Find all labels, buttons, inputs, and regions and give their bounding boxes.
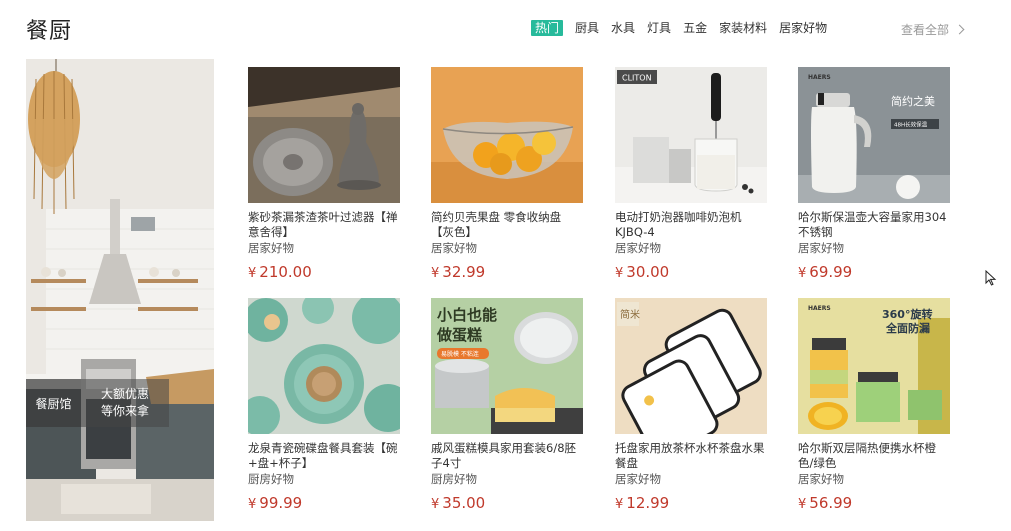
product-category: 居家好物 [248, 241, 294, 255]
thumb-brand-label: CLITON [622, 74, 652, 83]
product-category: 居家好物 [615, 241, 661, 255]
section-header: 餐厨 热门 厨具 水具 灯具 五金 家装材料 居家好物 查看全部 [0, 0, 1011, 56]
product-image [248, 67, 400, 203]
banner-tag: 餐厨馆 大额优惠 等你来拿 [26, 379, 214, 427]
product-price: ¥210.00 [248, 263, 400, 281]
thumb-headline: 简约之美 [891, 94, 935, 108]
view-all-label: 查看全部 [901, 23, 950, 37]
thumb-brand-label: 简米 [620, 308, 640, 321]
product-image [248, 298, 400, 434]
tab-home-goods[interactable]: 居家好物 [779, 20, 827, 36]
svg-text:360°旋转: 360°旋转 [882, 307, 932, 321]
thumb-brand-label: HAERS [808, 74, 831, 81]
product-name: 托盘家用放茶杯水杯茶盘水果餐盘 [615, 441, 765, 470]
view-all-link[interactable]: 查看全部 [901, 21, 965, 38]
product-card[interactable]: 简米 托盘家用放茶杯水杯茶盘水果餐盘 居家好物 ¥12.99 [615, 298, 767, 512]
svg-text:小白也能: 小白也能 [437, 306, 497, 324]
price-value: 210.00 [259, 263, 312, 281]
product-name: 戚风蛋糕模具家用套装6/8胚子4寸 [431, 441, 577, 470]
product-price: ¥30.00 [615, 263, 767, 281]
banner-promo-line-2: 等你来拿 [100, 404, 149, 418]
kitchen-banner[interactable]: 餐厨馆 大额优惠 等你来拿 [26, 59, 214, 521]
banner-promo-line-1: 大额优惠 [100, 387, 149, 401]
product-name: 简约贝壳果盘 零食收纳盘【灰色】 [431, 210, 562, 239]
thumb-brand-label: HAERS [808, 305, 831, 312]
section-title: 餐厨 [26, 19, 73, 44]
product-price: ¥32.99 [431, 263, 583, 281]
product-image: HAERS 简约之美 48H长效保温 [798, 67, 950, 203]
currency-symbol: ¥ [248, 266, 257, 281]
mouse-cursor-icon [985, 270, 997, 286]
product-image [431, 67, 583, 203]
product-name: 紫砂茶漏茶渣茶叶过滤器【禅意舍得】 [248, 210, 398, 239]
banner-promo: 大额优惠 等你来拿 [81, 379, 169, 427]
tab-materials[interactable]: 家装材料 [719, 20, 767, 36]
product-card[interactable]: HAERS 简约之美 48H长效保温 哈尔斯保温壶大容量家用304不锈钢 居家好… [798, 67, 950, 281]
price-value: 30.00 [626, 263, 670, 281]
product-image: 简米 [615, 298, 767, 434]
product-name: 哈尔斯保温壶大容量家用304不锈钢 [798, 210, 947, 239]
currency-symbol: ¥ [798, 497, 807, 512]
product-price: ¥99.99 [248, 494, 400, 512]
currency-symbol: ¥ [431, 497, 440, 512]
price-value: 56.99 [809, 494, 853, 512]
product-price: ¥69.99 [798, 263, 950, 281]
svg-text:做蛋糕: 做蛋糕 [436, 326, 482, 344]
product-price: ¥35.00 [431, 494, 583, 512]
chevron-right-icon [954, 24, 965, 35]
product-image: 小白也能 做蛋糕 易脱模 不粘连 [431, 298, 583, 434]
product-name: 龙泉青瓷碗碟盘餐具套装【碗+盘+杯子】 [248, 441, 398, 470]
thumb-badge: 易脱模 不粘连 [441, 350, 479, 358]
tab-hot[interactable]: 热门 [531, 20, 564, 36]
price-value: 32.99 [442, 263, 486, 281]
tab-lighting[interactable]: 灯具 [647, 20, 671, 36]
currency-symbol: ¥ [615, 497, 624, 512]
currency-symbol: ¥ [798, 266, 807, 281]
tab-cookware[interactable]: 厨具 [575, 20, 599, 36]
price-value: 69.99 [809, 263, 853, 281]
product-category: 居家好物 [798, 472, 844, 486]
price-value: 12.99 [626, 494, 670, 512]
product-image: HAERS 360°旋转 全面防漏 [798, 298, 950, 434]
product-name: 哈尔斯双层隔热便携水杯橙色/绿色 [798, 441, 936, 470]
product-category: 厨房好物 [248, 472, 294, 486]
thumb-badge: 48H长效保温 [894, 121, 928, 129]
product-image: CLITON [615, 67, 767, 203]
svg-text:全面防漏: 全面防漏 [885, 321, 930, 335]
product-price: ¥56.99 [798, 494, 950, 512]
currency-symbol: ¥ [248, 497, 257, 512]
product-price: ¥12.99 [615, 494, 767, 512]
product-card[interactable]: 小白也能 做蛋糕 易脱模 不粘连 戚风蛋糕模具家用套装6/8胚子4寸 厨房好物 … [431, 298, 583, 512]
product-category: 居家好物 [615, 472, 661, 486]
product-category: 居家好物 [431, 241, 477, 255]
price-value: 35.00 [442, 494, 486, 512]
product-category: 厨房好物 [431, 472, 477, 486]
product-card[interactable]: 简约贝壳果盘 零食收纳盘【灰色】 居家好物 ¥32.99 [431, 67, 583, 281]
currency-symbol: ¥ [431, 266, 440, 281]
product-card[interactable]: HAERS 360°旋转 全面防漏 哈尔斯双层隔热便携水杯橙色/绿色 居家好物 … [798, 298, 950, 512]
category-tabs: 热门 厨具 水具 灯具 五金 家装材料 居家好物 [531, 20, 839, 36]
tab-hardware[interactable]: 五金 [683, 20, 707, 36]
product-name: 电动打奶泡器咖啡奶泡机 KJBQ-4 [615, 210, 742, 239]
banner-label: 餐厨馆 [26, 379, 81, 427]
product-card[interactable]: 紫砂茶漏茶渣茶叶过滤器【禅意舍得】 居家好物 ¥210.00 [248, 67, 400, 281]
product-category: 居家好物 [798, 241, 844, 255]
price-value: 99.99 [259, 494, 303, 512]
product-card[interactable]: CLITON 电动打奶泡器咖啡奶泡机 KJBQ-4 居家好物 ¥30.00 [615, 67, 767, 281]
product-card[interactable]: 龙泉青瓷碗碟盘餐具套装【碗+盘+杯子】 厨房好物 ¥99.99 [248, 298, 400, 512]
tab-drinkware[interactable]: 水具 [611, 20, 635, 36]
kitchen-banner-image [26, 59, 214, 521]
currency-symbol: ¥ [615, 266, 624, 281]
